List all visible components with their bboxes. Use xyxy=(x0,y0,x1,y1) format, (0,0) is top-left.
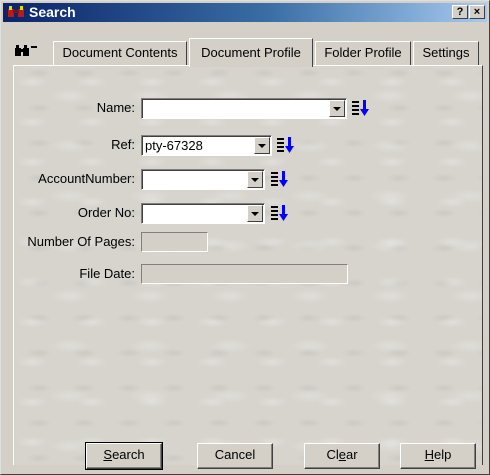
account-number-combo[interactable] xyxy=(141,169,265,190)
help-button[interactable]: Help xyxy=(400,443,476,469)
account-number-label: AccountNumber: xyxy=(38,171,135,186)
sort-descending-icon[interactable] xyxy=(352,100,370,116)
chevron-down-icon[interactable] xyxy=(247,205,263,222)
tab-settings[interactable]: Settings xyxy=(413,41,479,65)
search-dialog: Search ? × Document Contents Document Pr… xyxy=(0,0,490,475)
ref-value: pty-67328 xyxy=(145,138,203,153)
order-no-combo[interactable] xyxy=(141,203,265,224)
name-label: Name: xyxy=(96,100,135,115)
window-title: Search xyxy=(29,4,76,20)
order-no-label: Order No: xyxy=(77,205,135,220)
chevron-down-icon[interactable] xyxy=(247,171,263,188)
sort-descending-icon[interactable] xyxy=(271,205,289,221)
chevron-down-icon[interactable] xyxy=(329,100,345,117)
search-button[interactable]: Search xyxy=(85,442,163,470)
clear-button[interactable]: Clear xyxy=(304,443,380,469)
chevron-down-icon[interactable] xyxy=(254,137,270,154)
file-date-field[interactable] xyxy=(141,264,348,284)
number-of-pages-field[interactable] xyxy=(141,232,208,252)
close-button[interactable]: × xyxy=(469,5,485,19)
tab-document-profile[interactable]: Document Profile xyxy=(189,38,313,67)
name-combo[interactable] xyxy=(141,98,347,119)
file-date-label: File Date: xyxy=(79,266,135,281)
help-title-button[interactable]: ? xyxy=(452,5,468,19)
ref-label: Ref: xyxy=(111,137,135,152)
number-of-pages-label: Number Of Pages: xyxy=(27,234,135,249)
tab-document-contents[interactable]: Document Contents xyxy=(53,41,187,65)
cancel-button[interactable]: Cancel xyxy=(197,443,273,469)
sort-descending-icon[interactable] xyxy=(271,171,289,187)
binoculars-icon xyxy=(8,6,24,17)
ref-combo[interactable]: pty-67328 xyxy=(141,135,272,156)
sort-descending-icon[interactable] xyxy=(277,137,295,153)
binoculars-icon xyxy=(15,45,37,56)
title-bar[interactable]: Search ? × xyxy=(3,3,487,22)
tab-folder-profile[interactable]: Folder Profile xyxy=(315,41,411,65)
